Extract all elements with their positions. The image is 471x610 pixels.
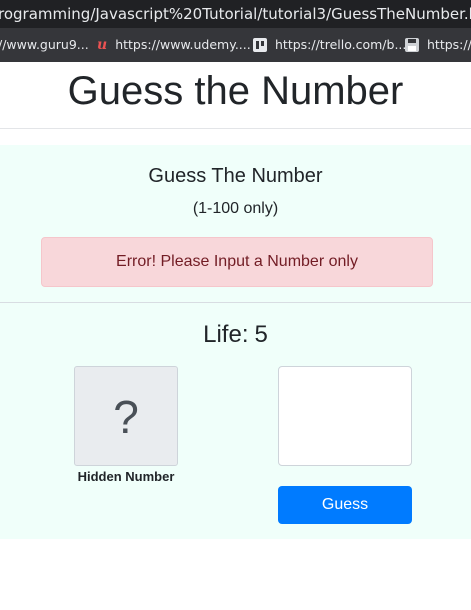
range-hint: (1-100 only)	[192, 200, 279, 217]
bookmarks-bar: //www.guru9... u https://www.udemy.... h…	[0, 28, 471, 62]
bookmark-trello[interactable]: https://trello.com/b...	[253, 28, 406, 62]
guess-button[interactable]: Guess	[278, 486, 412, 524]
page-title: Guess the Number	[67, 69, 404, 113]
guess-input[interactable]	[278, 366, 412, 466]
address-bar[interactable]: rogramming/Javascript%20Tutorial/tutoria…	[0, 0, 471, 28]
hidden-number-box: ?	[74, 366, 178, 466]
udemy-icon: u	[97, 37, 108, 53]
bookmark-label: https://v	[427, 37, 471, 52]
game-panel: Guess The Number (1-100 only) Error! Ple…	[0, 145, 471, 539]
game-subtitle: Guess The Number	[148, 165, 323, 187]
error-alert: Error! Please Input a Number only	[41, 237, 433, 287]
life-counter: Life: 5	[0, 321, 471, 349]
bookmark-v[interactable]: https://v	[405, 28, 471, 62]
bookmark-label: //www.guru9...	[0, 37, 89, 52]
bookmark-guru[interactable]: //www.guru9...	[0, 28, 89, 62]
life-value: 5	[254, 321, 268, 348]
bookmark-label: https://www.udemy....	[115, 37, 251, 52]
hidden-number-label: Hidden Number	[77, 469, 175, 484]
save-icon	[405, 38, 419, 52]
divider	[0, 302, 471, 303]
address-url: rogramming/Javascript%20Tutorial/tutoria…	[0, 5, 471, 23]
bookmark-udemy[interactable]: u https://www.udemy....	[97, 28, 251, 62]
bookmark-label: https://trello.com/b...	[275, 37, 407, 52]
trello-icon	[253, 38, 267, 52]
life-label: Life:	[203, 321, 249, 348]
divider	[0, 128, 471, 129]
